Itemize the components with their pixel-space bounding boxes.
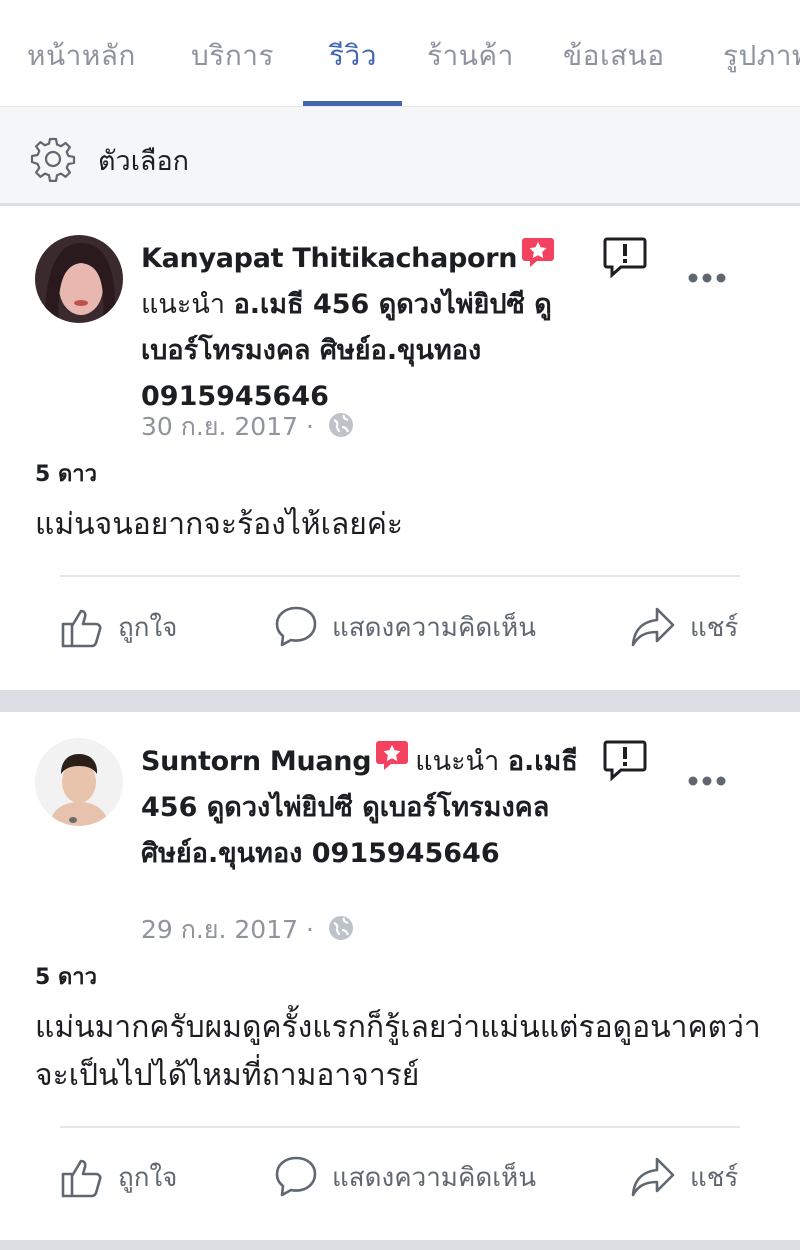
comment-icon bbox=[275, 1156, 317, 1197]
review-date[interactable]: 30 ก.ย. 2017 bbox=[141, 412, 298, 441]
review-meta: 29 ก.ย. 2017 · bbox=[141, 910, 354, 950]
comment-label: แสดงความคิดเห็น bbox=[332, 612, 537, 643]
thumbs-up-icon bbox=[61, 609, 102, 648]
comment-icon bbox=[275, 606, 317, 647]
meta-separator: · bbox=[305, 412, 314, 441]
share-label: แชร์ bbox=[690, 1162, 739, 1193]
divider bbox=[60, 575, 740, 577]
comment-button[interactable]: แสดงความคิดเห็น bbox=[274, 1155, 536, 1199]
thumbs-up-icon bbox=[61, 1159, 102, 1198]
share-icon bbox=[631, 607, 675, 647]
globe-icon bbox=[328, 413, 353, 437]
divider bbox=[60, 1126, 740, 1128]
review-text: แม่นมากครับผมดูครั้งแรกก็รู้เลยว่าแม่นแต… bbox=[35, 1010, 761, 1093]
author-name[interactable]: Suntorn Muang bbox=[141, 746, 372, 777]
tab-photos[interactable]: รูปภาพ bbox=[723, 34, 800, 78]
review-meta: 30 ก.ย. 2017 · bbox=[141, 407, 354, 447]
tab-services[interactable]: บริการ bbox=[191, 34, 274, 78]
review-header: Suntorn Muang แนะนำ อ.เมธี 456 ดูดวงไพ่ยิ… bbox=[141, 738, 601, 877]
meta-separator: · bbox=[305, 915, 314, 944]
share-label: แชร์ bbox=[690, 612, 739, 643]
like-button[interactable]: ถูกใจ bbox=[60, 605, 177, 649]
gear-icon bbox=[30, 137, 76, 182]
globe-icon bbox=[328, 916, 353, 940]
review-date[interactable]: 29 ก.ย. 2017 bbox=[141, 915, 298, 944]
comment-label: แสดงความคิดเห็น bbox=[332, 1162, 537, 1193]
rating-label: 5 ดาว bbox=[35, 965, 97, 990]
review-card: Suntorn Muang แนะนำ อ.เมธี 456 ดูดวงไพ่ยิ… bbox=[0, 712, 800, 1240]
share-icon bbox=[631, 1157, 675, 1197]
like-label: ถูกใจ bbox=[118, 1162, 178, 1193]
options-label: ตัวเลือก bbox=[98, 146, 190, 177]
report-icon[interactable] bbox=[603, 740, 647, 782]
share-button[interactable]: แชร์ bbox=[630, 605, 738, 649]
recommend-badge-icon bbox=[376, 741, 409, 770]
recommend-label: แนะนำ bbox=[141, 289, 225, 320]
section-separator bbox=[0, 1240, 800, 1250]
page-tabs: หน้าหลัก บริการ รีวิว ร้านค้า ข้อเสนอ รู… bbox=[0, 0, 800, 106]
more-options-icon[interactable] bbox=[686, 774, 728, 788]
options-bar[interactable]: ตัวเลือก bbox=[0, 106, 800, 206]
rating-label: 5 ดาว bbox=[35, 462, 97, 487]
tab-offers[interactable]: ข้อเสนอ bbox=[563, 34, 665, 78]
recommend-label: แนะนำ bbox=[415, 746, 500, 777]
more-options-icon[interactable] bbox=[686, 271, 728, 285]
review-text: แม่นจนอยากจะร้องไห้เลยค่ะ bbox=[35, 507, 404, 542]
like-button[interactable]: ถูกใจ bbox=[60, 1155, 177, 1199]
comment-button[interactable]: แสดงความคิดเห็น bbox=[274, 605, 536, 649]
tab-reviews[interactable]: รีวิว bbox=[329, 34, 377, 78]
recommend-badge-icon bbox=[522, 238, 555, 267]
section-separator bbox=[0, 690, 800, 712]
avatar[interactable] bbox=[35, 738, 123, 826]
like-label: ถูกใจ bbox=[118, 612, 178, 643]
review-card: Kanyapat Thitikachaporn แนะนำ อ.เมธี 456… bbox=[0, 209, 800, 690]
tab-shop[interactable]: ร้านค้า bbox=[427, 34, 514, 78]
report-icon[interactable] bbox=[603, 237, 647, 279]
tab-home[interactable]: หน้าหลัก bbox=[27, 34, 136, 78]
avatar[interactable] bbox=[35, 235, 123, 323]
author-name[interactable]: Kanyapat Thitikachaporn bbox=[141, 243, 518, 274]
share-button[interactable]: แชร์ bbox=[630, 1155, 738, 1199]
review-header: Kanyapat Thitikachaporn แนะนำ อ.เมธี 456… bbox=[141, 235, 601, 420]
